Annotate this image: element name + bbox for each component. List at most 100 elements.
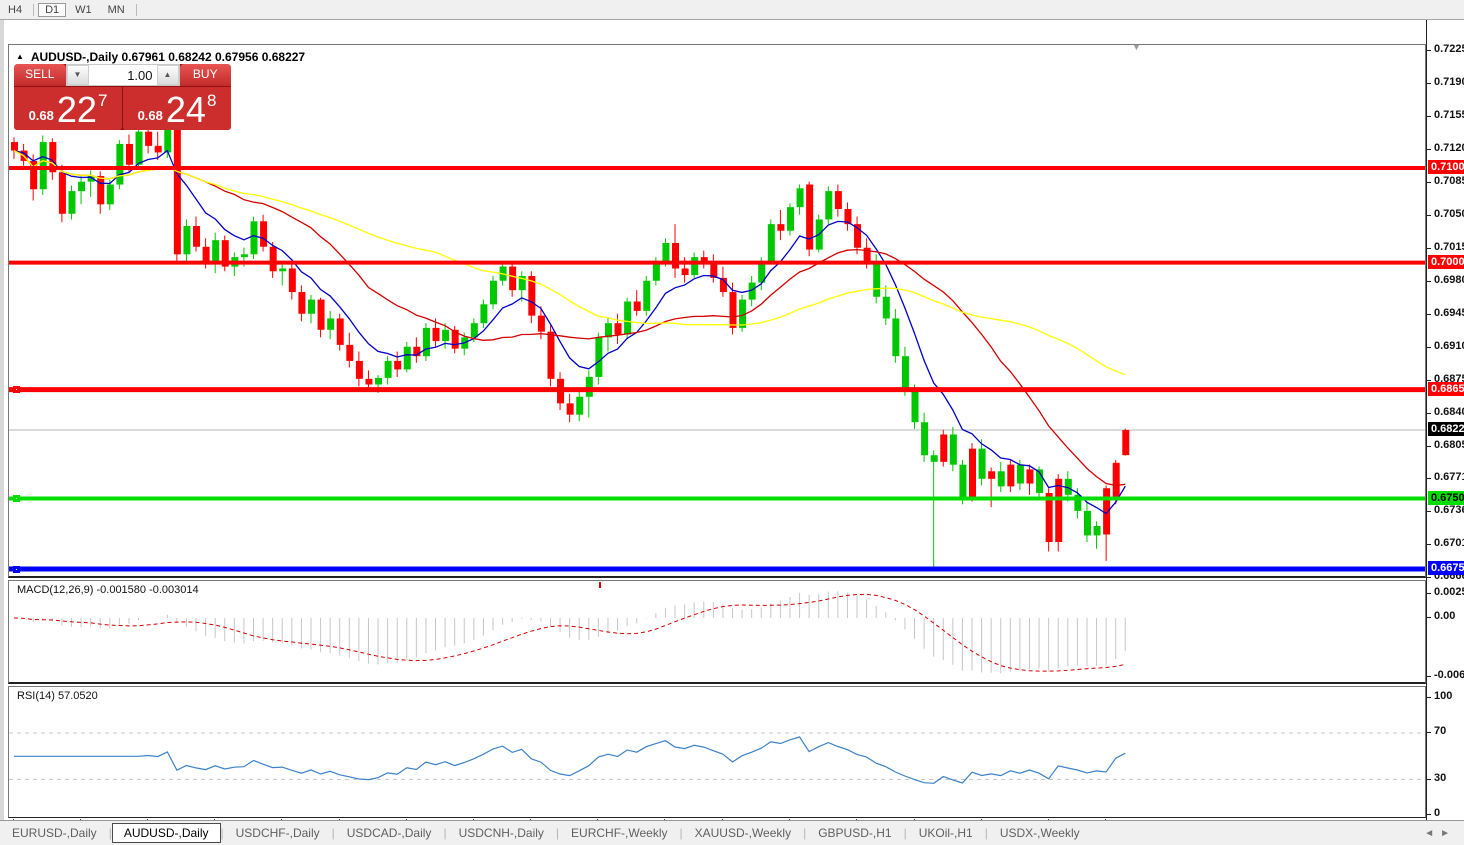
rsi-tick-label: 70: [1434, 724, 1447, 737]
candle-body: [959, 464, 967, 498]
symbol-period-label: AUDUSD-,Daily: [30, 50, 119, 64]
candle-body: [336, 318, 344, 345]
level-line-handle[interactable]: [13, 495, 20, 503]
price-tick-label: 0.69100: [1434, 339, 1464, 352]
buy-price-pips: 24: [165, 89, 206, 130]
axis-tick-mark: [1427, 115, 1431, 117]
level-line-handle[interactable]: [13, 386, 20, 394]
chart-shift-marker-icon[interactable]: ▼: [1132, 42, 1141, 52]
ohlc-open: 0.67961: [121, 50, 165, 64]
candle-body: [1122, 430, 1130, 456]
candle-body: [672, 242, 680, 269]
tab-eurusd-daily[interactable]: EURUSD-,Daily: [0, 823, 109, 843]
axis-tick-mark: [1427, 148, 1431, 150]
axis-tick-mark: [1427, 697, 1431, 698]
rsi-pane[interactable]: RSI(14) 57.0520: [8, 686, 1426, 818]
candle-body: [786, 207, 794, 231]
candle-body: [576, 396, 584, 415]
candle-body: [978, 448, 986, 479]
candle-body: [432, 327, 440, 342]
symbol-collapse-icon[interactable]: ▲: [16, 52, 24, 61]
candlestick-layer: [11, 120, 1130, 569]
tab-audusd-daily[interactable]: AUDUSD-,Daily: [111, 823, 221, 843]
current-price-badge: 0.68227: [1428, 422, 1464, 437]
axis-tick-mark: [1427, 181, 1431, 183]
candle-body: [1016, 464, 1024, 484]
candle-body: [442, 329, 450, 342]
macd-pane[interactable]: MACD(12,26,9) -0.001580 -0.003014: [8, 580, 1426, 684]
buy-price[interactable]: 0.68 24 8: [123, 87, 231, 130]
candle-body: [403, 346, 411, 370]
candle-body: [882, 296, 890, 319]
price-tick-label: 0.70850: [1434, 174, 1464, 187]
tab-eurchf-weekly[interactable]: EURCHF-,Weekly: [559, 823, 679, 843]
candle-body: [825, 191, 833, 220]
volume-decrease-icon[interactable]: ▼: [66, 65, 89, 85]
candle-body: [1026, 469, 1034, 484]
axis-tick-mark: [1427, 813, 1431, 815]
candle-body: [145, 131, 153, 146]
candle-body: [911, 389, 919, 423]
price-level-badge: 0.68655: [1428, 381, 1464, 396]
candle-body: [1055, 478, 1063, 543]
tab-gbpusd-h1[interactable]: GBPUSD-,H1: [806, 823, 903, 843]
candle-body: [585, 376, 593, 397]
buy-price-point: 8: [206, 91, 217, 110]
macd-name: MACD(12,26,9): [17, 584, 94, 596]
timeframe-button-w1[interactable]: W1: [68, 3, 99, 17]
candle-body: [470, 323, 478, 338]
candle-body: [940, 434, 948, 462]
tab-usdchf-daily[interactable]: USDCHF-,Daily: [224, 823, 332, 843]
candle-body: [595, 337, 603, 377]
tab-usdcnh-daily[interactable]: USDCNH-,Daily: [447, 823, 556, 843]
tab-ukoil-h1[interactable]: UKOil-,H1: [907, 823, 985, 843]
toolbar-separator: [135, 3, 137, 16]
axis-tick-mark: [1427, 280, 1431, 282]
candle-body: [930, 455, 938, 462]
axis-tick-mark: [1427, 313, 1431, 315]
price-tick-label: 0.69800: [1434, 273, 1464, 286]
candle-body: [777, 224, 785, 231]
price-level-badge: 0.71005: [1428, 160, 1464, 174]
tab-usdcad-daily[interactable]: USDCAD-,Daily: [335, 823, 444, 843]
ohlc-close: 0.68227: [261, 50, 306, 64]
macd-value-2: -0.003014: [149, 584, 199, 596]
candle-body: [767, 224, 775, 262]
volume-increase-icon[interactable]: ▲: [156, 65, 179, 85]
macd-label: MACD(12,26,9) -0.001580 -0.003014: [17, 584, 199, 596]
sell-price[interactable]: 0.68 22 7: [14, 87, 122, 130]
candle-body: [806, 184, 814, 250]
tab-scroll-right-icon[interactable]: ►: [1440, 828, 1456, 839]
sell-button[interactable]: SELL: [14, 64, 66, 86]
timeframe-button-h4[interactable]: H4: [1, 3, 29, 17]
candle-body: [614, 323, 622, 335]
candle-body: [1083, 510, 1091, 536]
candle-body: [279, 268, 287, 272]
candle-body: [346, 344, 354, 361]
price-level-badge: 0.70002: [1428, 254, 1464, 269]
candle-body: [78, 181, 86, 192]
axis-tick-mark: [1427, 49, 1431, 51]
candle-body: [873, 261, 881, 297]
volume-input[interactable]: [88, 65, 157, 85]
candle-body: [969, 448, 976, 498]
buy-button[interactable]: BUY: [179, 64, 231, 86]
timeframe-button-d1[interactable]: D1: [38, 2, 67, 17]
price-level-badge: 0.67501: [1428, 490, 1464, 505]
tab-scroll-left-icon[interactable]: ◄: [1424, 828, 1440, 839]
price-axis[interactable]: 0.72250 0.71900 0.71550 0.71200 0.70850 0.705…: [1426, 20, 1464, 820]
candle-body: [384, 360, 392, 378]
one-click-trading-panel: SELL ▼ ▲ BUY 0.68 22 7 0.68 24 8: [14, 64, 231, 130]
tab-xauusd-weekly[interactable]: XAUUSD-,Weekly: [683, 823, 803, 843]
candle-body: [604, 323, 612, 338]
candle-body: [135, 131, 143, 165]
tab-usdx-weekly[interactable]: USDX-,Weekly: [988, 823, 1092, 843]
macd-tick-label: 0.002574: [1434, 585, 1464, 598]
candle-body: [624, 301, 632, 335]
timeframe-button-mn[interactable]: MN: [101, 3, 132, 17]
axis-tick-mark: [1427, 346, 1431, 348]
candle-body: [547, 331, 555, 379]
level-line-handle[interactable]: [13, 565, 20, 573]
price-level-badge: 0.66754: [1428, 561, 1464, 575]
candle-body: [988, 471, 996, 479]
